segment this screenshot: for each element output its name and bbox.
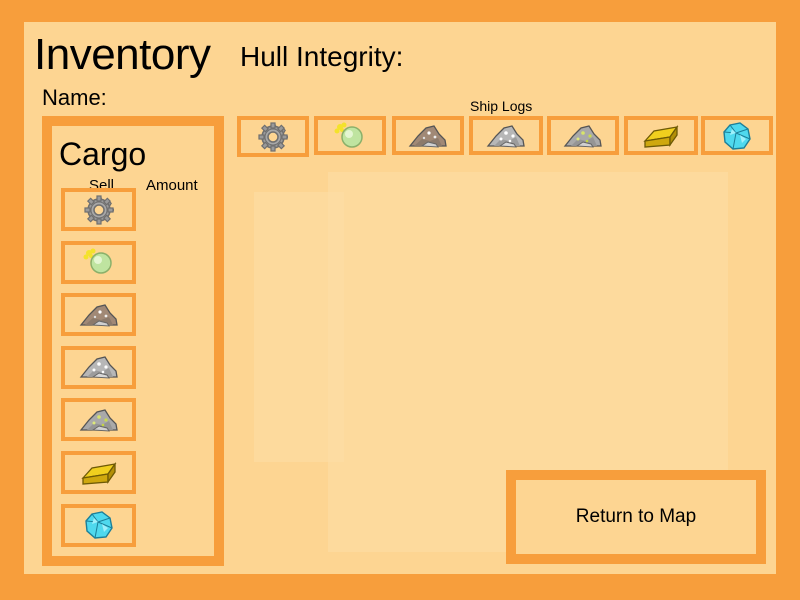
ship-log-slot-frame (318, 120, 382, 151)
silver-ore-icon (486, 122, 526, 150)
cargo-sell-slot[interactable] (61, 503, 136, 547)
cyan-crystal-icon (84, 510, 114, 540)
cargo-sell-slot-frame (65, 349, 132, 385)
green-ore-icon (79, 406, 119, 434)
ship-log-slot-frame (628, 120, 694, 151)
return-to-map-button[interactable]: Return to Map (506, 470, 766, 564)
green-ore-icon (563, 122, 603, 150)
glowing-orb-icon (333, 121, 367, 151)
ship-log-slot-frame (473, 120, 539, 151)
ship-log-slot[interactable] (624, 116, 698, 155)
glowing-orb-icon (82, 247, 116, 277)
cargo-sell-slot-frame (65, 402, 132, 438)
cargo-sell-slot[interactable] (61, 293, 136, 337)
cyan-crystal-icon (722, 121, 752, 151)
ship-log-slot-frame (241, 120, 305, 153)
ship-log-slot-frame (396, 120, 460, 151)
ship-log-slot[interactable] (392, 116, 464, 155)
cargo-sell-slot-frame (65, 192, 132, 227)
ship-log-slot-frame (551, 120, 615, 151)
ship-log-slot[interactable] (701, 116, 773, 155)
gold-bar-icon (642, 123, 680, 149)
ship-log-slot[interactable] (547, 116, 619, 155)
cargo-sell-slot[interactable] (61, 240, 136, 284)
ship-log-slot-frame (705, 120, 769, 151)
cargo-sell-slot[interactable] (61, 451, 136, 494)
brown-ore-icon (408, 122, 448, 150)
gear-icon (83, 194, 114, 225)
ship-log-slot[interactable] (469, 116, 543, 155)
gear-icon (258, 121, 288, 152)
gold-bar-icon (80, 460, 118, 486)
cargo-sell-slot[interactable] (61, 398, 136, 442)
cargo-sell-slot[interactable] (61, 345, 136, 389)
silver-ore-icon (79, 353, 119, 381)
cargo-sell-slot-frame (65, 244, 132, 280)
ship-logs-label: Ship Logs (470, 98, 533, 114)
hull-integrity-label: Hull Integrity: (240, 41, 404, 72)
brown-ore-icon (79, 301, 119, 329)
cargo-panel: Cargo Sell Amount (42, 116, 224, 566)
return-to-map-label: Return to Map (516, 480, 756, 554)
cargo-sell-slot-frame (65, 455, 132, 490)
cargo-sell-slot-frame (65, 507, 132, 543)
cargo-sell-slot[interactable] (61, 188, 136, 231)
ship-log-slot[interactable] (237, 116, 309, 157)
ship-log-slot[interactable] (314, 116, 386, 155)
page-title: Inventory (34, 30, 211, 79)
amount-column-header: Amount (146, 177, 198, 194)
name-label: Name: (42, 85, 107, 110)
background-faded-art (254, 192, 344, 462)
cargo-sell-slot-frame (65, 297, 132, 333)
cargo-title: Cargo (59, 136, 147, 172)
inventory-screen: Inventory Hull Integrity: Name: Ship Log… (0, 0, 800, 600)
